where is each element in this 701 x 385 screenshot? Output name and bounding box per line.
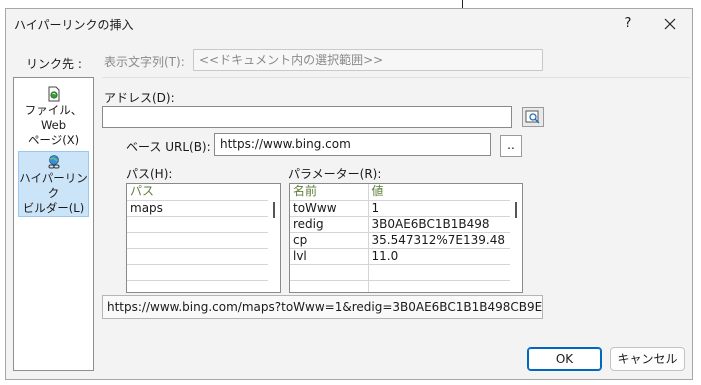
close-icon xyxy=(664,18,676,30)
address-field[interactable] xyxy=(102,106,512,128)
table-row[interactable] xyxy=(127,216,270,233)
base-url-label: ベース URL(B): xyxy=(126,140,211,154)
sidebar-item-label: ハイパーリンク xyxy=(19,171,88,200)
display-text-label: 表示文字列(T): xyxy=(104,55,185,69)
sidebar-item-label: ファイル、Web xyxy=(24,103,83,132)
table-row[interactable] xyxy=(290,264,512,281)
scrollbar-thumb[interactable] xyxy=(273,202,275,218)
grid-header-row: 名前 値 xyxy=(290,184,512,201)
browse-button[interactable] xyxy=(522,107,544,127)
browse-icon xyxy=(525,110,540,124)
table-row[interactable]: cp 35.547312%7E139.48 xyxy=(290,232,512,249)
path-cell[interactable] xyxy=(127,280,270,292)
divider xyxy=(102,77,690,78)
address-label: アドレス(D): xyxy=(104,91,175,105)
path-cell[interactable] xyxy=(127,264,270,281)
help-button[interactable]: ? xyxy=(616,12,640,36)
parameters-label: パラメーター(R): xyxy=(288,167,382,181)
sidebar-item-label: ビルダー(L) xyxy=(22,201,85,215)
link-to-sidebar: ファイル、Web ページ(X) ハイパーリンク ビルダー(L) xyxy=(13,77,94,371)
table-row[interactable] xyxy=(127,232,270,249)
path-cell[interactable] xyxy=(127,232,270,249)
table-row[interactable] xyxy=(290,280,512,292)
table-row[interactable] xyxy=(127,264,270,281)
ok-button[interactable]: OK xyxy=(527,347,602,371)
param-value-header: 値 xyxy=(368,184,512,201)
param-value-cell[interactable] xyxy=(368,280,512,292)
param-value-cell[interactable]: 35.547312%7E139.48 xyxy=(368,232,512,249)
scrollbar-thumb[interactable] xyxy=(515,202,517,218)
path-header: パス xyxy=(127,184,270,201)
sidebar-item-label: ページ(X) xyxy=(27,133,80,147)
table-row[interactable]: lvl 11.0 xyxy=(290,248,512,265)
base-url-field[interactable]: https://www.bing.com xyxy=(214,133,491,156)
param-value-cell[interactable]: 1 xyxy=(368,200,512,217)
table-row[interactable]: toWww 1 xyxy=(290,200,512,217)
param-name-cell[interactable]: redig xyxy=(290,216,369,233)
path-label: パス(H): xyxy=(126,167,173,181)
path-cell[interactable] xyxy=(127,248,270,265)
path-scrollbar[interactable] xyxy=(268,184,280,292)
table-row[interactable]: redig 3B0AE6BC1B1B498 xyxy=(290,216,512,233)
table-row[interactable]: maps xyxy=(127,200,270,217)
display-text-field[interactable]: <<ドキュメント内の選択範囲>> xyxy=(193,49,543,71)
param-name-cell[interactable]: cp xyxy=(290,232,369,249)
grid-header-row: パス xyxy=(127,184,270,201)
file-web-icon xyxy=(48,86,59,102)
param-name-cell[interactable] xyxy=(290,264,369,281)
param-name-header: 名前 xyxy=(290,184,369,201)
param-name-cell[interactable]: toWww xyxy=(290,200,369,217)
link-to-label: リンク先 : xyxy=(26,57,82,71)
hyperlink-builder-icon xyxy=(48,155,59,169)
parameters-scrollbar[interactable] xyxy=(510,184,522,292)
insert-hyperlink-dialog: ハイパーリンクの挿入 ? リンク先 : ファイル、Web ページ(X) ハイパー… xyxy=(5,8,693,380)
param-value-cell[interactable]: 11.0 xyxy=(368,248,512,265)
path-grid[interactable]: パス maps xyxy=(126,183,281,293)
param-value-cell[interactable] xyxy=(368,264,512,281)
path-cell[interactable] xyxy=(127,216,270,233)
cancel-button[interactable]: キャンセル xyxy=(610,347,685,371)
path-cell[interactable]: maps xyxy=(127,200,270,217)
title-bar: ハイパーリンクの挿入 ? xyxy=(6,9,692,39)
param-name-cell[interactable]: lvl xyxy=(290,248,369,265)
result-url-field[interactable]: https://www.bing.com/maps?toWww=1&redig=… xyxy=(102,295,543,319)
sidebar-item-hyperlink-builder[interactable]: ハイパーリンク ビルダー(L) xyxy=(18,151,89,217)
parameters-grid[interactable]: 名前 値 toWww 1 redig 3B0AE6BC1B1B498 cp 35… xyxy=(289,183,523,293)
dialog-title: ハイパーリンクの挿入 xyxy=(14,18,134,32)
table-row[interactable] xyxy=(127,280,270,292)
table-row[interactable] xyxy=(127,248,270,265)
sidebar-item-file-web-page[interactable]: ファイル、Web ページ(X) xyxy=(18,84,89,150)
base-url-button[interactable]: .. xyxy=(500,135,522,157)
param-value-cell[interactable]: 3B0AE6BC1B1B498 xyxy=(368,216,512,233)
close-button[interactable] xyxy=(657,12,683,36)
param-name-cell[interactable] xyxy=(290,280,369,292)
